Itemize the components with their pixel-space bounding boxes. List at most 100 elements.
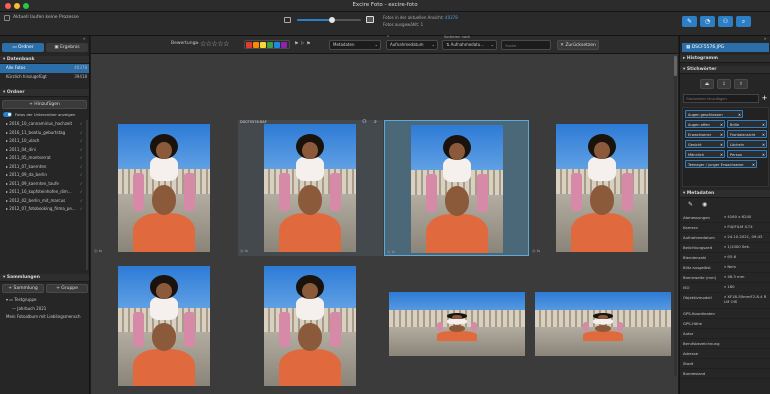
grid-cell[interactable] <box>238 264 383 388</box>
database-section-header[interactable]: ▾ Datenbank <box>0 56 89 64</box>
grid-cell[interactable]: DSCF5576.RAF ⚇ ⌕ ◎ ⇆ <box>238 119 383 256</box>
flag-filter-icons[interactable]: ⚑ ⚐ ⚑ <box>294 40 327 49</box>
folder-list-scrollbar[interactable] <box>86 120 88 270</box>
color-swatch[interactable] <box>246 42 252 48</box>
collection-item[interactable]: — Jahrbuch 2021 <box>0 305 89 314</box>
tab-results[interactable]: ▣ Ergebnis <box>46 43 88 52</box>
keyword-tag[interactable]: Frontalansicht ✕ <box>727 130 767 138</box>
folder-item[interactable]: ▸ 2012_02_berlin_mit_marcus ✓ <box>0 197 87 206</box>
zoom-slider-knob[interactable] <box>329 17 336 23</box>
photo-thumbnail[interactable] <box>264 266 356 386</box>
collapse-right-icon[interactable]: » <box>764 36 766 41</box>
photo-thumbnail[interactable] <box>118 124 210 252</box>
folder-item[interactable]: ▸ 2016_11_beatiu_geburtstag ✓ <box>0 129 87 138</box>
keywords-input[interactable] <box>683 94 759 103</box>
tab-folders[interactable]: ▭ Ordner <box>2 43 44 52</box>
date-select[interactable]: Aufnahmedatum ⌄ <box>386 40 438 50</box>
collections-section-header[interactable]: ▾ Sammlungen <box>0 274 89 282</box>
folder-item[interactable]: ▸ 2011_07_kaernten ✓ <box>0 163 87 172</box>
remove-keyword-icon[interactable]: ✕ <box>752 161 755 169</box>
color-label-filter[interactable] <box>244 40 290 49</box>
folder-item[interactable]: ▸ 2011_09_da_berlin ✓ <box>0 171 87 180</box>
histogram-section-header[interactable]: ▸ Histogramm <box>680 55 770 63</box>
folder-item[interactable]: ▸ 2011_05_montserrat ✓ <box>0 154 87 163</box>
reset-button[interactable]: ✕ Zurücksetzen <box>557 40 599 50</box>
search-tool-button[interactable]: ⌕ <box>736 16 751 27</box>
edit-tool-button[interactable]: ✎ <box>682 16 697 27</box>
edit-metadata-icon[interactable]: ✎ <box>688 201 700 211</box>
small-thumbnail-icon[interactable] <box>284 17 291 23</box>
remove-keyword-icon[interactable]: ✕ <box>738 111 741 119</box>
grid-cell[interactable]: ◎ ⇆ <box>530 120 675 256</box>
photo-thumbnail[interactable] <box>556 124 648 252</box>
grid-cell[interactable] <box>530 264 675 388</box>
add-keyword-button[interactable]: + <box>760 94 769 103</box>
import-keyword-button[interactable]: ⇩ <box>717 79 731 89</box>
rating-operator[interactable]: ≥ <box>195 41 199 46</box>
search-input[interactable] <box>501 40 551 50</box>
remove-keyword-icon[interactable]: ✕ <box>762 131 765 139</box>
person-keyword-button[interactable]: ⏏ <box>700 79 714 89</box>
folder-item[interactable]: ▸ 2011_10_kopfsteinhofen_dim... ✓ <box>0 188 87 197</box>
remove-keyword-icon[interactable]: ✕ <box>720 141 723 149</box>
grid-cell[interactable]: ◎ ⇆ <box>384 120 529 256</box>
add-collection-button[interactable]: + Sammlung <box>2 284 44 293</box>
people-tool-button[interactable]: ⚇ <box>718 16 733 27</box>
folder-item[interactable]: ▸ 2012_07_fotobooking_firma_pe... ✓ <box>0 205 87 214</box>
remove-keyword-icon[interactable]: ✕ <box>762 121 765 129</box>
photo-thumbnail[interactable] <box>535 292 671 356</box>
folder-item[interactable]: ▸ 2016_10_cannamirius_hochzeit ✓ <box>0 120 87 129</box>
photo-thumbnail[interactable] <box>118 266 210 386</box>
keyword-tag[interactable]: Person ✕ <box>727 150 767 158</box>
find-similar-icon[interactable]: ⌕ <box>374 119 377 125</box>
visibility-icon[interactable]: ◉ <box>702 201 714 211</box>
find-people-icon[interactable]: ⚇ <box>362 119 366 125</box>
color-swatch[interactable] <box>267 42 273 48</box>
database-item-all[interactable]: Alle Fotos 40378 <box>0 64 89 73</box>
color-swatch[interactable] <box>260 42 266 48</box>
database-item-recent[interactable]: Kürzlich hinzugefügt 39418 <box>0 73 89 82</box>
folder-item[interactable]: ▸ 2011_09_kaernten_taufe ✓ <box>0 180 87 189</box>
color-swatch[interactable] <box>253 42 259 48</box>
grid-cell[interactable] <box>384 264 529 388</box>
remove-keyword-icon[interactable]: ✕ <box>720 131 723 139</box>
keyword-tag[interactable]: Augen geschlossen ✕ <box>685 110 743 118</box>
keyword-tag[interactable]: Teenager / junger Erwachsener ✕ <box>685 160 757 168</box>
remove-keyword-icon[interactable]: ✕ <box>762 151 765 159</box>
folders-section-header[interactable]: ▾ Ordner <box>0 89 89 97</box>
grid-cell[interactable] <box>92 264 237 388</box>
collection-group-item[interactable]: ▾ ▭ Testgruppe <box>0 296 89 305</box>
metadata-section-header[interactable]: ▾ Metadaten <box>680 190 770 198</box>
photo-thumbnail[interactable] <box>389 292 525 356</box>
keywords-section-header[interactable]: ▾ Stichwörter <box>680 66 770 74</box>
large-thumbnail-icon[interactable] <box>366 16 374 23</box>
remove-keyword-icon[interactable]: ✕ <box>720 121 723 129</box>
metadata-select[interactable]: Metadaten ⌄ <box>329 40 381 50</box>
collapse-left-icon[interactable]: » <box>83 36 85 41</box>
keyword-tag[interactable]: Männlich ✕ <box>685 150 725 158</box>
rating-stars[interactable]: ☆☆☆☆☆ <box>200 40 240 49</box>
keyword-tag[interactable]: Gesicht ✕ <box>685 140 725 148</box>
photo-thumbnail[interactable] <box>411 125 503 253</box>
export-keyword-button[interactable]: ⇧ <box>734 79 748 89</box>
color-swatch[interactable] <box>281 42 287 48</box>
collection-item[interactable]: Mein Fotoalbum mit Lieblingsmensch <box>0 313 89 322</box>
remove-keyword-icon[interactable]: ✕ <box>720 151 723 159</box>
keyword-tag[interactable]: Brille ✕ <box>727 120 767 128</box>
zoom-slider[interactable] <box>297 17 361 23</box>
sort-select[interactable]: ⇅ Aufnahmedatu... ⌄ <box>442 40 497 50</box>
keyword-tag[interactable]: Augen offen ✕ <box>685 120 725 128</box>
add-group-button[interactable]: + Gruppe <box>46 284 88 293</box>
face-tool-button[interactable]: ◔ <box>700 16 715 27</box>
folder-item[interactable]: ▸ 2011_10_ulach ✓ <box>0 137 87 146</box>
add-folder-button[interactable]: + Hinzufügen <box>2 100 87 109</box>
grid-cell[interactable]: ◎ ⇆ <box>92 120 237 256</box>
photo-thumbnail[interactable] <box>264 124 356 252</box>
keyword-tag[interactable]: Lächeln ✕ <box>727 140 767 148</box>
color-swatch[interactable] <box>274 42 280 48</box>
remove-keyword-icon[interactable]: ✕ <box>762 141 765 149</box>
grid-scrollbar[interactable] <box>674 56 677 376</box>
subfolders-toggle[interactable] <box>3 112 12 117</box>
keyword-tag[interactable]: Erwachsener ✕ <box>685 130 725 138</box>
folder-item[interactable]: ▸ 2011_04_dini ✓ <box>0 146 87 155</box>
